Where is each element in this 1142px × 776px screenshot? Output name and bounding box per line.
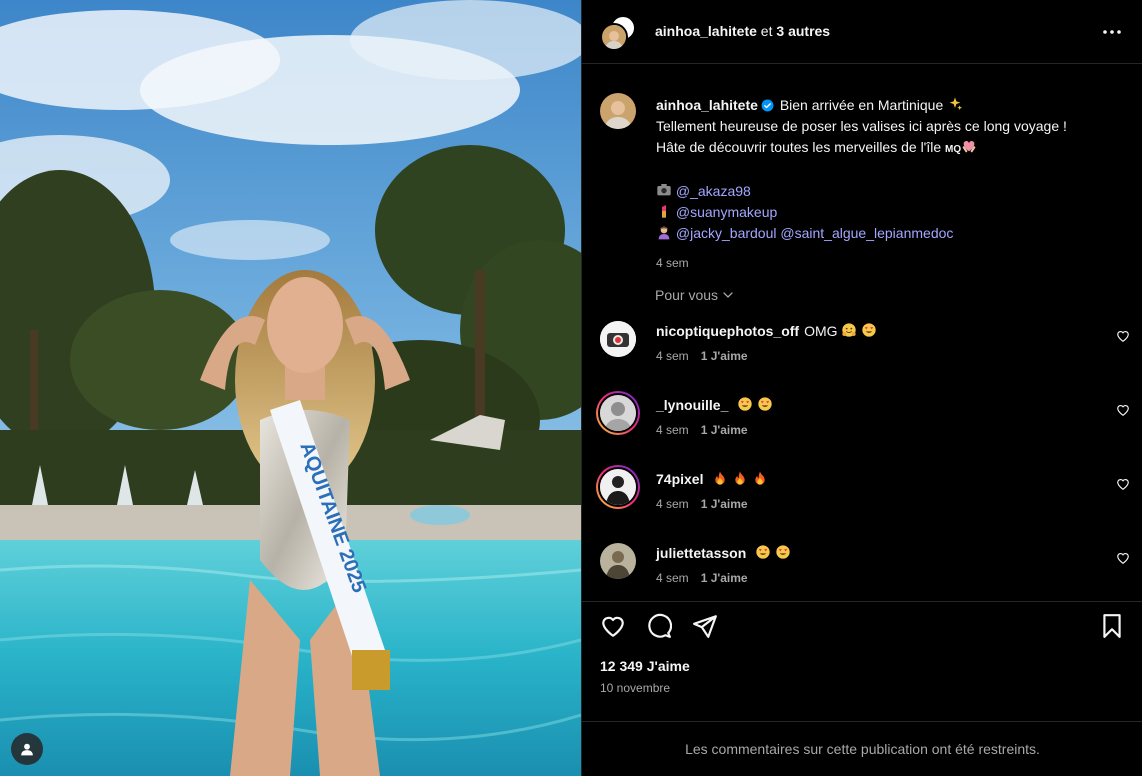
credit-photo: @_akaza98 — [656, 181, 1136, 202]
flag-mq-icon: MQ — [945, 144, 962, 155]
more-icon — [1103, 30, 1121, 34]
bookmark-icon[interactable] — [1099, 613, 1125, 639]
comment-item: 74pixel 4 sem 1 J'aime — [596, 465, 1130, 519]
header-others[interactable]: 3 autres — [776, 23, 830, 39]
sparkles-icon — [949, 97, 963, 110]
caption-line-2: Tellement heureuse de poser les valises … — [656, 118, 1067, 134]
author-avatar[interactable] — [600, 93, 636, 129]
post-details-panel: ainhoa_lahitete et 3 autres ainhoa_lahit… — [581, 0, 1142, 776]
post-header: ainhoa_lahitete et 3 autres — [582, 0, 1142, 64]
comments-restricted-notice: Les commentaires sur cette publication o… — [582, 721, 1142, 776]
caption-username[interactable]: ainhoa_lahitete — [656, 97, 758, 113]
comment-username[interactable]: juliettetasson — [656, 545, 746, 561]
comment-username[interactable]: _lynouille_ — [656, 397, 728, 413]
comment-avatar[interactable] — [596, 465, 640, 509]
comment-time[interactable]: 4 sem — [656, 423, 689, 437]
chevron-down-icon — [723, 292, 733, 298]
more-options-button[interactable] — [1101, 22, 1123, 42]
share-paper-plane-icon[interactable] — [692, 613, 718, 639]
collab-avatar-primary — [600, 23, 628, 51]
comment-likes[interactable]: 1 J'aime — [701, 571, 748, 585]
heart-eyes-icon — [756, 545, 770, 559]
lipstick-icon — [662, 205, 666, 218]
like-comment-heart-icon[interactable] — [1116, 403, 1130, 417]
comment-item: _lynouille_ 4 sem 1 J'aime — [596, 391, 1130, 445]
comment-avatar[interactable] — [600, 543, 636, 579]
comment-avatar[interactable] — [596, 391, 640, 435]
post-media[interactable]: AQUITAINE 2025 — [0, 0, 581, 776]
comment-username[interactable]: 74pixel — [656, 471, 703, 487]
comment-likes[interactable]: 1 J'aime — [701, 497, 748, 511]
post-photo: AQUITAINE 2025 — [0, 0, 581, 776]
like-comment-heart-icon[interactable] — [1116, 551, 1130, 565]
camera-icon — [657, 184, 671, 196]
comment-username[interactable]: nicoptiquephotos_off — [656, 323, 799, 339]
heart-hands-icon — [962, 140, 976, 153]
haircut-icon — [658, 226, 670, 240]
caption-line-1: Bien arrivée en Martinique — [779, 97, 944, 113]
verified-badge-icon — [761, 99, 774, 112]
hugging-face-icon — [842, 323, 857, 337]
heart-eyes-icon — [862, 323, 876, 337]
post-date[interactable]: 10 novembre — [600, 681, 670, 695]
collab-avatars[interactable] — [600, 15, 638, 53]
heart-eyes-icon — [758, 397, 772, 411]
heart-eyes-icon — [738, 397, 752, 411]
mention-akaza98[interactable]: @_akaza98 — [676, 183, 751, 199]
for-you-label: Pour vous — [655, 287, 719, 303]
fire-icon — [755, 471, 765, 485]
heart-eyes-icon — [776, 545, 790, 559]
post-actions: 12 349 J'aime 10 novembre — [582, 601, 1142, 721]
like-comment-heart-icon[interactable] — [1116, 477, 1130, 491]
comment-time[interactable]: 4 sem — [656, 349, 689, 363]
caption-line-3: Hâte de découvrir toutes les merveilles … — [656, 139, 942, 155]
comment-item: juliettetasson 4 sem 1 J'aime — [600, 543, 1130, 593]
comment-likes[interactable]: 1 J'aime — [701, 349, 748, 363]
comment-item: nicoptiquephotos_off OMG 4 sem 1 J'aime — [600, 321, 1130, 371]
fire-icon — [715, 471, 726, 485]
tagged-users-button[interactable] — [11, 733, 43, 765]
fire-icon — [735, 471, 745, 485]
mention-jacky-bardoul[interactable]: @jacky_bardoul — [676, 225, 777, 241]
comment-avatar[interactable] — [600, 321, 636, 357]
likes-count[interactable]: 12 349 J'aime — [600, 658, 690, 674]
user-icon — [21, 743, 33, 756]
credit-makeup: @suanymakeup — [656, 202, 1136, 223]
caption-time[interactable]: 4 sem — [656, 253, 1136, 274]
header-username[interactable]: ainhoa_lahitete — [655, 23, 757, 39]
comment-time[interactable]: 4 sem — [656, 497, 689, 511]
comments-section[interactable]: ainhoa_lahitete Bien arrivée en Martiniq… — [582, 65, 1142, 601]
comment-text: OMG — [804, 323, 838, 339]
mention-suanymakeup[interactable]: @suanymakeup — [676, 204, 777, 220]
credit-hair: @jacky_bardoul @saint_algue_lepianmedoc — [656, 223, 1136, 244]
header-title: ainhoa_lahitete et 3 autres — [655, 23, 830, 39]
header-separator: et — [756, 23, 777, 39]
like-comment-heart-icon[interactable] — [1116, 329, 1130, 343]
for-you-filter[interactable]: Pour vous — [655, 287, 734, 303]
like-heart-icon[interactable] — [600, 613, 626, 639]
mention-saint-algue[interactable]: @saint_algue_lepianmedoc — [780, 225, 953, 241]
comment-time[interactable]: 4 sem — [656, 571, 689, 585]
comment-bubble-icon[interactable] — [646, 613, 672, 639]
comment-likes[interactable]: 1 J'aime — [701, 423, 748, 437]
